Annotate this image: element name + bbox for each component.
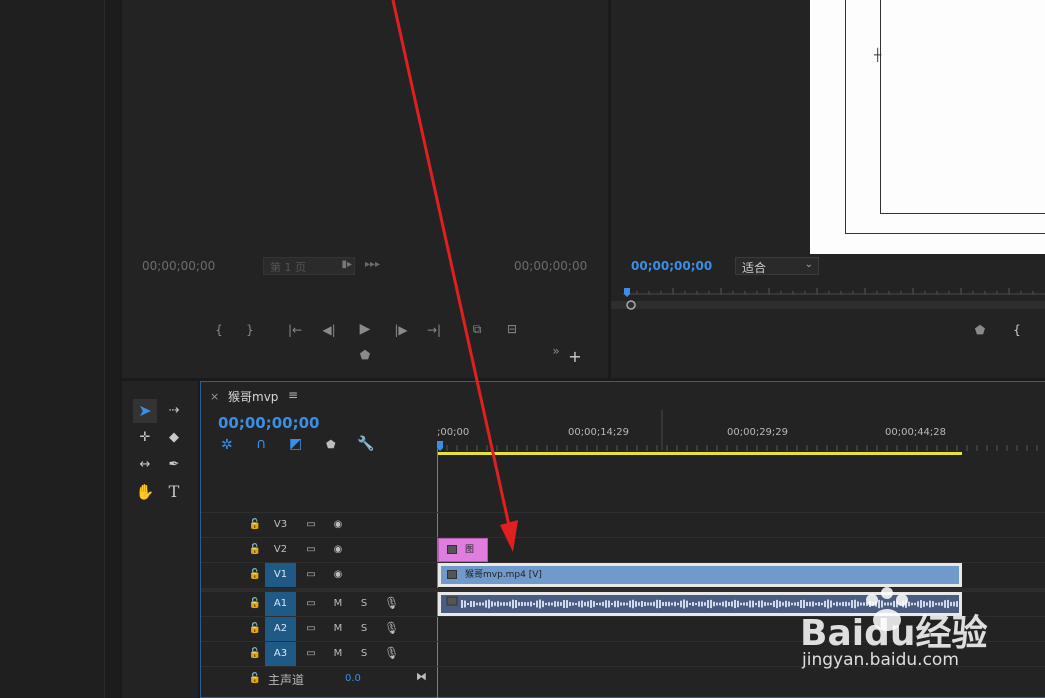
type-tool-icon[interactable]: T <box>162 480 186 504</box>
watermark-brand: Baidu经验 <box>800 613 988 654</box>
lock-icon[interactable]: 🔓 <box>248 648 262 660</box>
wrench-icon[interactable]: 🔧 <box>357 436 374 452</box>
program-mark-in-button[interactable]: { <box>1008 323 1026 337</box>
solo-button[interactable]: S <box>357 598 371 610</box>
lock-icon[interactable]: 🔓 <box>248 519 262 531</box>
sync-lock-icon[interactable]: ▭ <box>304 519 318 531</box>
solo-button[interactable]: S <box>357 623 371 635</box>
source-page-label: 第 1 页 <box>270 261 306 274</box>
lock-icon[interactable]: 🔓 <box>248 598 262 610</box>
project-panel-edge <box>0 0 104 698</box>
clip-v1-body: 猴哥mvp.mp4 [V] <box>441 566 959 584</box>
step-back-button[interactable]: ◀| <box>320 323 338 337</box>
hand-tool-icon[interactable]: ✋ <box>133 480 157 504</box>
track-row-v2 <box>201 537 1045 562</box>
annotation-arrow <box>391 0 518 552</box>
mute-button[interactable]: M <box>331 598 345 610</box>
frame-inner-outline <box>880 0 1045 214</box>
source-timecode-in[interactable]: 00;00;00;00 <box>142 259 215 273</box>
track-select-icon[interactable]: ⇢ <box>162 399 186 423</box>
sync-lock-icon[interactable]: ▭ <box>304 544 318 556</box>
program-monitor: ┼ 00;00;00;00 适合 ⌄ ⬟ { <box>611 0 1045 378</box>
fit-select[interactable]: 适合 ⌄ <box>735 257 819 275</box>
sequence-tab-title[interactable]: 猴哥mvp <box>228 388 278 405</box>
play-button[interactable]: ▶ <box>356 322 374 336</box>
source-monitor: 00;00;00;00 第 1 页 ▮▸ ▸▸▸ 00;00;00;00 { }… <box>122 0 608 378</box>
linked-selection-icon[interactable]: ◩ <box>289 436 302 452</box>
go-to-end-icon[interactable]: ⧓ <box>416 670 427 683</box>
razor-tool-icon[interactable]: ◆ <box>162 426 186 450</box>
selection-tool-icon[interactable]: ➤ <box>133 399 157 423</box>
program-ruler[interactable] <box>611 284 1045 314</box>
tools-panel: ➤ ⇢ ✛ ◆ ↔ ✒ ✋ T <box>122 381 198 698</box>
eye-icon[interactable]: ◉ <box>331 544 345 556</box>
snap-nested-icon[interactable]: ✲ <box>221 437 233 453</box>
pen-tool-icon[interactable]: ✒ <box>162 453 186 477</box>
program-video-frame: ┼ <box>810 0 1045 254</box>
solo-button[interactable]: S <box>357 648 371 660</box>
panel-menu-icon[interactable]: ≡ <box>288 388 298 402</box>
lock-icon[interactable]: 🔓 <box>248 544 262 556</box>
track-target-v3[interactable]: V3 <box>265 513 296 537</box>
sync-lock-icon[interactable]: ▭ <box>304 598 318 610</box>
crosshair-icon: ┼ <box>874 48 882 62</box>
microphone-icon[interactable]: 🎙 <box>384 597 399 609</box>
timeline-timecode[interactable]: 00;00;00;00 <box>218 414 320 432</box>
program-marker-icon[interactable]: ⬟ <box>971 323 989 337</box>
add-marker-icon[interactable]: ⬟ <box>356 348 374 362</box>
lock-icon[interactable]: 🔓 <box>248 673 262 685</box>
more-controls-icon[interactable]: » <box>547 344 565 358</box>
add-marker-timeline-icon[interactable]: ⬟ <box>326 438 336 451</box>
track-row-v3 <box>201 512 1045 537</box>
sync-lock-icon[interactable]: ▭ <box>304 648 318 660</box>
watermark-logo: Baidu经验 jingyan.baidu.com <box>800 586 1040 676</box>
microphone-icon[interactable]: 🎙 <box>384 622 399 634</box>
lock-icon[interactable]: 🔓 <box>248 569 262 581</box>
eye-icon[interactable]: ◉ <box>331 569 345 581</box>
close-tab-icon[interactable]: × <box>210 390 219 403</box>
ripple-edit-icon[interactable]: ✛ <box>133 426 157 450</box>
add-button-icon[interactable]: + <box>566 349 584 365</box>
fx-badge-icon <box>447 569 457 579</box>
mute-button[interactable]: M <box>331 623 345 635</box>
sync-lock-icon[interactable]: ▭ <box>304 623 318 635</box>
track-target-v2[interactable]: V2 <box>265 538 296 562</box>
sync-lock-icon[interactable]: ▭ <box>304 569 318 581</box>
fast-forward-icon[interactable]: ▸▸▸ <box>365 259 380 270</box>
master-volume-value[interactable]: 0.0 <box>345 673 361 684</box>
track-target-a2[interactable]: A2 <box>265 617 296 641</box>
source-page-field[interactable]: 第 1 页 ▮▸ <box>263 257 355 275</box>
lock-icon[interactable]: 🔓 <box>248 623 262 635</box>
panel-divider[interactable] <box>104 0 120 698</box>
chevron-down-icon: ⌄ <box>804 259 813 270</box>
watermark-url: jingyan.baidu.com <box>802 650 959 670</box>
mute-button[interactable]: M <box>331 648 345 660</box>
track-target-a3[interactable]: A3 <box>265 642 296 666</box>
track-target-v1[interactable]: V1 <box>265 563 296 587</box>
fit-select-value: 适合 <box>742 261 767 275</box>
mark-out-button[interactable]: } <box>241 323 259 337</box>
slip-tool-icon[interactable]: ↔ <box>133 453 157 477</box>
clip-v1-video[interactable]: 猴哥mvp.mp4 [V] <box>438 563 962 587</box>
page-dropdown-icon[interactable]: ▮▸ <box>341 259 352 270</box>
microphone-icon[interactable]: 🎙 <box>384 647 399 659</box>
clip-v1-label: 猴哥mvp.mp4 [V] <box>465 570 542 580</box>
program-ruler-ticks <box>624 288 1034 294</box>
eye-icon[interactable]: ◉ <box>331 519 345 531</box>
program-timecode[interactable]: 00;00;00;00 <box>631 259 712 273</box>
program-playhead <box>624 288 630 297</box>
mark-in-button[interactable]: { <box>210 323 228 337</box>
track-target-a1[interactable]: A1 <box>265 592 296 616</box>
snap-magnet-icon[interactable]: ∩ <box>256 436 266 452</box>
go-to-in-button[interactable]: |← <box>286 323 304 337</box>
master-track-label: 主声道 <box>268 673 305 687</box>
